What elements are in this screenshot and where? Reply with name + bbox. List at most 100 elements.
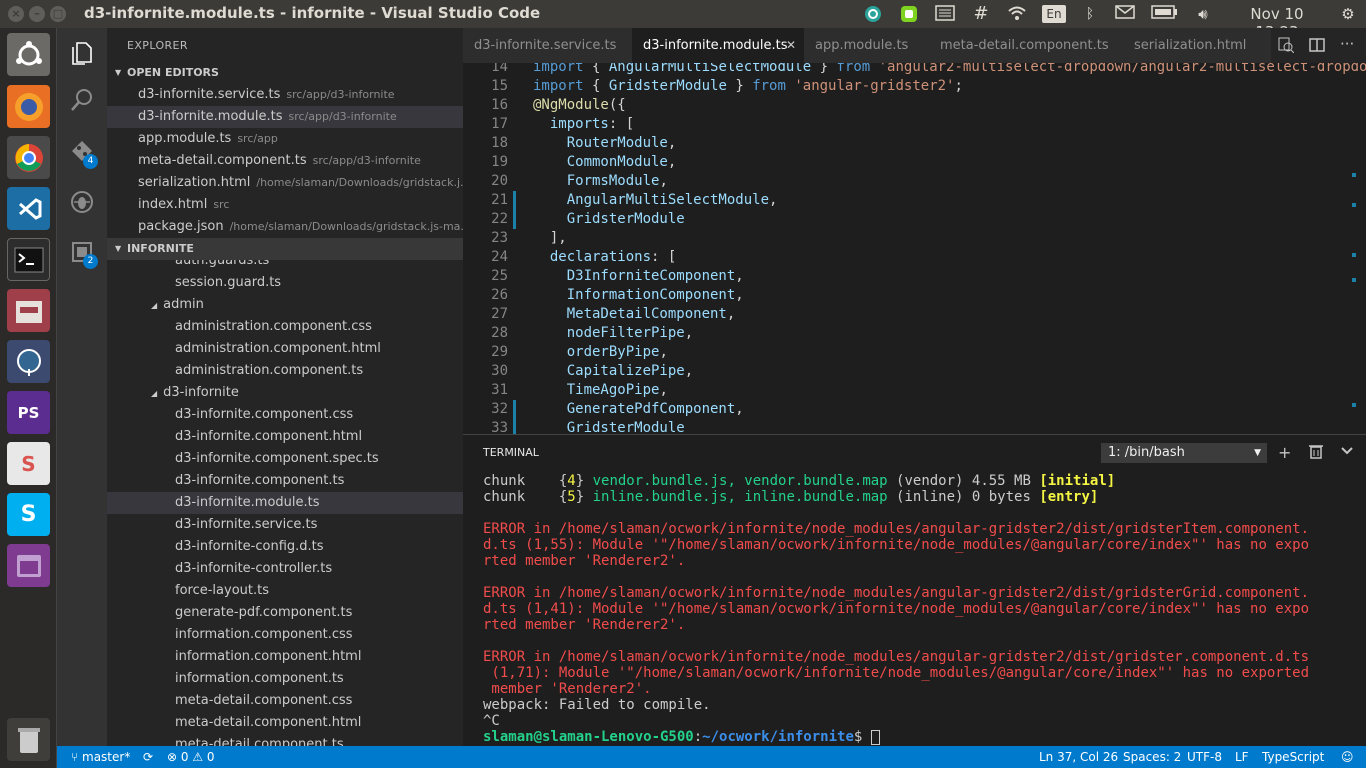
term-text: chunk { <box>483 489 568 505</box>
tree-file[interactable]: information.component.html <box>107 646 463 668</box>
minimize-window-button[interactable]: – <box>29 6 45 22</box>
tree-folder[interactable]: ◢ d3-infornite <box>107 382 463 404</box>
line-number: 24 <box>491 249 508 265</box>
open-editor-item[interactable]: app.module.ts src/app <box>107 128 463 150</box>
phpstorm-icon[interactable]: PS <box>7 391 50 434</box>
tree-file[interactable]: d3-infornite.component.css <box>107 404 463 426</box>
power-gear-icon[interactable]: ⚙ <box>1338 5 1358 23</box>
tree-file[interactable]: generate-pdf.component.ts <box>107 602 463 624</box>
tree-file[interactable]: session.guard.ts <box>107 272 463 294</box>
tree-file[interactable]: d3-infornite.component.spec.ts <box>107 448 463 470</box>
cursor-position[interactable]: Ln 37, Col 26 <box>1039 746 1118 768</box>
open-editor-item[interactable]: d3-infornite.service.ts src/app/d3-inforn… <box>107 84 463 106</box>
mail-icon[interactable] <box>1114 5 1136 23</box>
source-control-icon[interactable]: 4 <box>57 128 107 176</box>
open-changes-icon[interactable] <box>1278 37 1295 57</box>
panel-title[interactable]: TERMINAL <box>483 446 539 459</box>
chrome-icon[interactable] <box>7 136 50 179</box>
tree-file[interactable]: information.component.css <box>107 624 463 646</box>
hash-indicator-icon[interactable]: # <box>970 5 992 23</box>
tree-file[interactable]: information.component.ts <box>107 668 463 690</box>
trash-icon[interactable] <box>7 718 50 761</box>
line-number: 25 <box>491 268 508 284</box>
clock[interactable]: Nov 10 13:23 <box>1228 5 1326 41</box>
project-header[interactable]: ▼ INFORNITE <box>107 238 463 260</box>
wifi-icon[interactable] <box>1005 5 1029 23</box>
tree-file[interactable]: administration.component.html <box>107 338 463 360</box>
open-editor-item[interactable]: index.html src <box>107 194 463 216</box>
tab-d3-infornite-module[interactable]: d3-infornite.module.ts ✕ <box>632 28 804 63</box>
vscode-icon[interactable] <box>7 187 50 230</box>
code-line: GridsterModule <box>566 420 685 434</box>
tree-file[interactable]: d3-infornite-config.d.ts <box>107 536 463 558</box>
list-indicator-icon[interactable] <box>934 5 956 23</box>
tree-file[interactable]: d3-infornite-controller.ts <box>107 558 463 580</box>
tab-app-module[interactable]: app.module.ts <box>804 28 929 63</box>
open-editors-header[interactable]: ▼ OPEN EDITORS <box>107 62 463 84</box>
battery-icon[interactable] <box>1150 5 1178 23</box>
open-editor-item[interactable]: package.json/home/slaman/Downloads/grids… <box>107 216 463 238</box>
new-terminal-icon[interactable]: + <box>1278 443 1291 463</box>
workspace-switcher-icon[interactable] <box>7 544 50 587</box>
debug-icon[interactable] <box>57 178 107 226</box>
firefox-icon[interactable] <box>7 85 50 128</box>
line-ending[interactable]: LF <box>1235 746 1249 768</box>
ubuntu-dash-icon[interactable] <box>7 33 50 76</box>
tree-file[interactable]: meta-detail.component.html <box>107 712 463 734</box>
language-mode[interactable]: TypeScript <box>1262 746 1324 768</box>
extensions-icon[interactable]: 2 <box>57 228 107 276</box>
error-line: ERROR in /home/slaman/ocwork/infornite/n… <box>483 649 1310 665</box>
evernote-icon[interactable] <box>898 5 920 23</box>
explorer-icon[interactable] <box>57 28 107 76</box>
problems-indicator[interactable]: ⊗ 0 ⚠ 0 <box>167 746 215 768</box>
open-editor-item[interactable]: serialization.html/home/slaman/Downloads… <box>107 172 463 194</box>
tree-file[interactable]: force-layout.ts <box>107 580 463 602</box>
search-icon[interactable] <box>57 76 107 124</box>
bluetooth-icon[interactable]: ᛒ <box>1080 5 1100 23</box>
status-bar: ⑂ master* ⟳ ⊗ 0 ⚠ 0 Ln 37, Col 26 Spaces… <box>57 746 1366 768</box>
tree-folder[interactable]: ◢ admin <box>107 294 463 316</box>
split-editor-icon[interactable] <box>1309 37 1325 57</box>
terminal-output[interactable]: chunk {4} vendor.bundle.js, vendor.bundl… <box>483 473 1363 745</box>
sync-icon[interactable]: ⟳ <box>143 746 153 768</box>
terminal-select[interactable]: 1: /bin/bash ▼ <box>1101 443 1267 463</box>
open-editor-item-active[interactable]: d3-infornite.module.ts src/app/d3-inforni… <box>107 106 463 128</box>
skype-icon[interactable]: S <box>7 493 50 536</box>
close-window-button[interactable]: × <box>8 6 24 22</box>
kill-terminal-icon[interactable] <box>1309 443 1323 464</box>
tree-file[interactable]: meta-detail.component.css <box>107 690 463 712</box>
indentation[interactable]: Spaces: 2 <box>1123 746 1181 768</box>
keyboard-language-indicator[interactable]: En <box>1042 5 1066 23</box>
tab-d3-infornite-service[interactable]: d3-infornite.service.ts <box>463 28 632 63</box>
tree-file[interactable]: d3-infornite.component.html <box>107 426 463 448</box>
tree-file[interactable]: administration.component.ts <box>107 360 463 382</box>
tree-file[interactable]: d3-infornite.service.ts <box>107 514 463 536</box>
more-actions-icon[interactable]: ··· <box>1340 35 1354 53</box>
volume-icon[interactable]: 🔊︎ <box>1192 5 1214 23</box>
slack-icon[interactable]: S <box>7 442 50 485</box>
tree-file[interactable]: meta-detail.component.ts <box>107 734 463 746</box>
encoding[interactable]: UTF-8 <box>1187 746 1222 768</box>
sync-indicator-icon[interactable] <box>863 5 883 23</box>
tab-serialization-html[interactable]: serialization.html <box>1123 28 1271 63</box>
tree-file[interactable]: d3-infornite.component.ts <box>107 470 463 492</box>
files-icon[interactable] <box>7 289 50 332</box>
tree-file[interactable]: d3-infornite.module.ts <box>107 492 463 514</box>
postgres-elephant-icon[interactable] <box>7 340 50 383</box>
overview-ruler-marker <box>1352 253 1356 257</box>
open-editor-item[interactable]: meta-detail.component.ts src/app/d3-infor… <box>107 150 463 172</box>
branch-indicator[interactable]: ⑂ master* <box>71 746 130 768</box>
code-view[interactable]: 14 import { AngularMultiSelectModule } fr… <box>463 63 1366 434</box>
terminal-icon[interactable] <box>7 238 50 281</box>
overview-ruler-marker <box>1352 403 1356 407</box>
open-editor-dir: /home/slaman/Downloads/gridstack.js-ma..… <box>229 220 463 233</box>
maximize-window-button[interactable]: □ <box>50 6 66 22</box>
close-tab-icon[interactable]: ✕ <box>786 28 796 63</box>
collapse-panel-icon[interactable] <box>1340 443 1354 463</box>
feedback-smiley-icon[interactable]: ☺ <box>1341 746 1354 768</box>
extensions-badge: 2 <box>83 254 98 269</box>
tree-file[interactable]: administration.component.css <box>107 316 463 338</box>
code-line: @NgModule({ <box>533 97 626 113</box>
line-number: 18 <box>491 135 508 151</box>
tab-meta-detail-component[interactable]: meta-detail.component.ts <box>929 28 1123 63</box>
